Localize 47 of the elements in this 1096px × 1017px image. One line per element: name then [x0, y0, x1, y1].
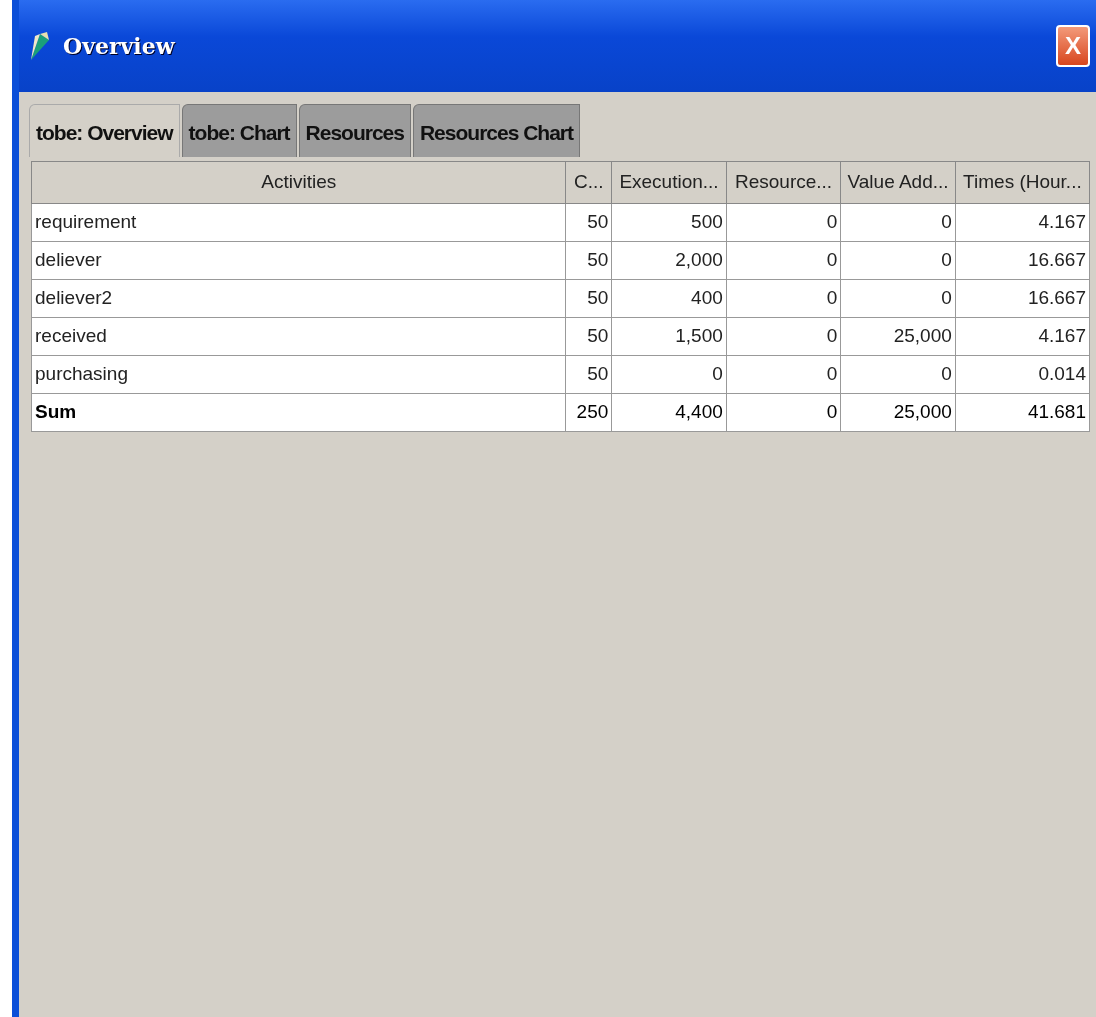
table-cell: 0 [726, 355, 841, 393]
table-cell: 250 [565, 393, 612, 431]
table-cell: 0 [840, 279, 956, 317]
column-header[interactable]: Value Add... [840, 161, 956, 203]
table-cell: 0.014 [955, 355, 1090, 393]
table-cell: 0 [726, 393, 841, 431]
tab[interactable]: tobe: Chart [181, 104, 297, 157]
activity-cell: received [31, 317, 566, 355]
activity-cell: deliever2 [31, 279, 566, 317]
table-cell: 0 [726, 279, 841, 317]
table-cell: 50 [565, 279, 612, 317]
tab[interactable]: Resources [298, 104, 411, 157]
table-cell: 0 [840, 241, 956, 279]
column-header[interactable]: C... [565, 161, 612, 203]
table-cell: 25,000 [840, 317, 956, 355]
table-cell: 0 [611, 355, 727, 393]
table-cell: 4.167 [955, 317, 1090, 355]
table-cell: 50 [565, 317, 612, 355]
table-cell: 1,500 [611, 317, 727, 355]
table-cell: 0 [840, 355, 956, 393]
table-cell: 50 [565, 203, 612, 241]
column-header[interactable]: Times (Hour... [955, 161, 1090, 203]
table-cell: 4,400 [611, 393, 727, 431]
table-cell: 50 [565, 355, 612, 393]
total-label: Sum [31, 393, 566, 431]
table-cell: 0 [726, 317, 841, 355]
column-header[interactable]: Activities [31, 161, 566, 203]
table-cell: 0 [726, 203, 841, 241]
activity-cell: requirement [31, 203, 566, 241]
table-cell: 0 [840, 203, 956, 241]
table-cell: 4.167 [955, 203, 1090, 241]
table-cell: 41.681 [955, 393, 1090, 431]
table-cell: 400 [611, 279, 727, 317]
window-title: Overview [63, 31, 175, 61]
column-header[interactable]: Resource... [726, 161, 841, 203]
table-cell: 25,000 [840, 393, 956, 431]
table-cell: 0 [726, 241, 841, 279]
table-cell: 500 [611, 203, 727, 241]
column-header[interactable]: Execution... [611, 161, 727, 203]
table-cell: 2,000 [611, 241, 727, 279]
activity-cell: purchasing [31, 355, 566, 393]
table-cell: 16.667 [955, 279, 1090, 317]
activity-cell: deliever [31, 241, 566, 279]
tab[interactable]: Resources Chart [412, 104, 580, 157]
table-cell: 16.667 [955, 241, 1090, 279]
table-cell: 50 [565, 241, 612, 279]
tab[interactable]: tobe: Overview [29, 104, 180, 157]
